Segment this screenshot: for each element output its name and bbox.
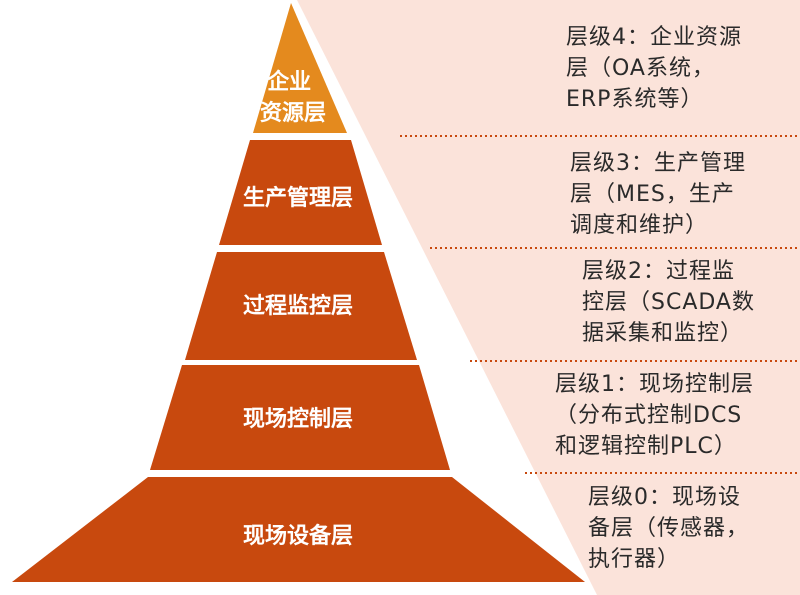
description-line: 调度和维护） bbox=[570, 213, 709, 238]
description-line: 层级1：现场控制层 bbox=[555, 372, 754, 397]
description-level-2: 层级2：过程监 控层（SCADA数 据采集和监控） bbox=[582, 256, 755, 349]
description-line: 层级3：生产管理 bbox=[570, 151, 746, 176]
description-line: 控层（SCADA数 bbox=[582, 290, 755, 315]
description-line: 执行器） bbox=[588, 547, 681, 572]
description-line: 层级4：企业资源 bbox=[566, 25, 742, 50]
pyramid-label-level-0: 现场设备层 bbox=[243, 523, 353, 549]
description-line: 层级2：过程监 bbox=[582, 259, 735, 284]
description-line: 备层（传感器， bbox=[588, 516, 750, 541]
pyramid-label-level-3: 生产管理层 bbox=[243, 185, 353, 211]
description-line: 层（OA系统， bbox=[566, 56, 715, 81]
pyramid-label-level-2: 过程监控层 bbox=[243, 293, 353, 319]
pyramid-label-level-1: 现场控制层 bbox=[243, 406, 353, 432]
description-line: 层级0：现场设 bbox=[588, 485, 741, 510]
description-line: ERP系统等） bbox=[566, 87, 704, 112]
pyramid-diagram: 企业 资源层 生产管理层 过程监控层 现场控制层 现场设备层 层级4：企业资源 … bbox=[0, 0, 800, 595]
description-level-1: 层级1：现场控制层 （分布式控制DCS 和逻辑控制PLC） bbox=[555, 369, 754, 462]
description-line: 和逻辑控制PLC） bbox=[555, 434, 737, 459]
description-line: 据采集和监控） bbox=[582, 321, 744, 346]
description-level-0: 层级0：现场设 备层（传感器， 执行器） bbox=[588, 482, 749, 575]
description-line: （分布式控制DCS bbox=[555, 403, 743, 428]
description-level-4: 层级4：企业资源 层（OA系统， ERP系统等） bbox=[566, 22, 742, 115]
description-level-3: 层级3：生产管理 层（MES，生产 调度和维护） bbox=[570, 148, 746, 241]
description-line: 层（MES，生产 bbox=[570, 182, 735, 207]
